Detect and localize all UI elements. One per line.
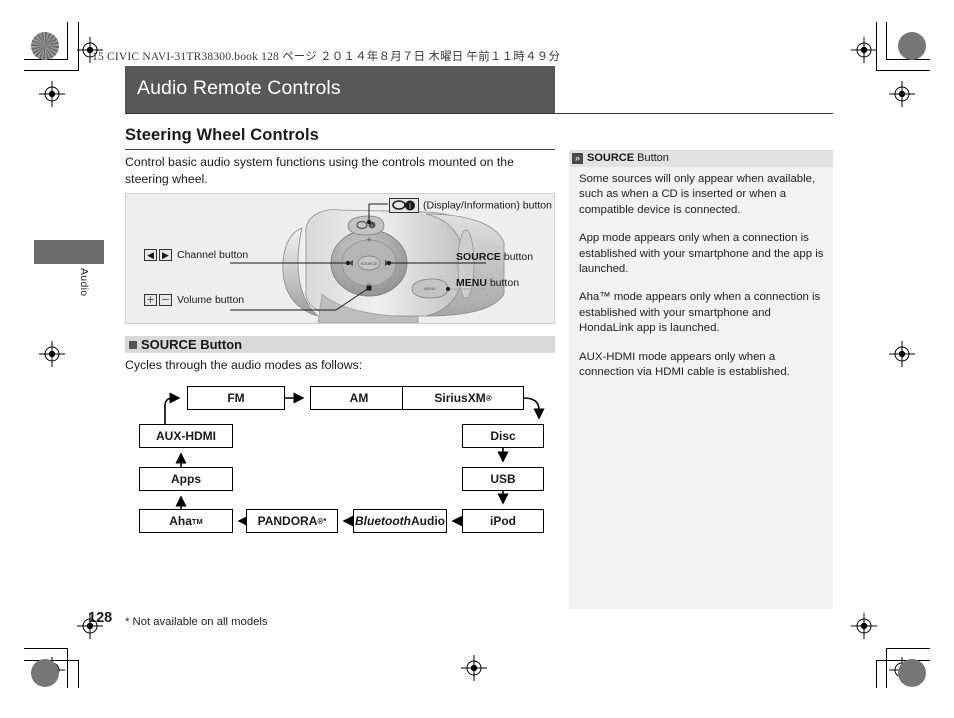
registration-mark: [39, 81, 65, 107]
flow-node-fm[interactable]: FM: [187, 386, 285, 410]
manual-page: 15 CIVIC NAVI-31TR38300.book 128 ページ ２０１…: [0, 0, 954, 718]
flow-node-am[interactable]: AM: [310, 386, 408, 410]
density-dot: [898, 32, 926, 60]
flow-node-pandora[interactable]: PANDORA ®*: [246, 509, 338, 533]
side-note-header: » SOURCE Button: [569, 150, 833, 167]
menu-button-label: MENU button: [456, 277, 519, 289]
registration-mark: [851, 37, 877, 63]
flow-node-label: FM: [227, 391, 245, 405]
display-info-label: i (Display/Information) button: [389, 198, 552, 213]
density-dot: [31, 659, 59, 687]
note-marker-icon: »: [572, 153, 583, 164]
registration-mark: [889, 81, 915, 107]
subsection-heading: SOURCE Button: [141, 337, 243, 352]
flow-node-siriusxm[interactable]: SiriusXM ®: [402, 386, 524, 410]
subsection-lead-text: Cycles through the audio modes as follow…: [125, 358, 363, 372]
flow-node-label: USB: [490, 472, 516, 486]
steering-wheel-illustration: SOURCE + − i MENU i (Display/Information…: [125, 193, 555, 324]
display-information-icon: i: [389, 198, 419, 213]
flow-node-label: Audio: [411, 514, 445, 528]
side-note-panel: » SOURCE Button Some sources will only a…: [569, 150, 833, 609]
flow-node-label: AM: [349, 391, 369, 405]
volume-up-icon: ＋: [144, 294, 157, 307]
side-note-heading-rest: Button: [634, 152, 669, 164]
note-paragraph: AUX-HDMI mode appears only when a connec…: [579, 350, 790, 379]
volume-button-label: ＋－ Volume button: [144, 294, 245, 307]
flow-node-label: PANDORA: [257, 514, 318, 528]
volume-down-icon: －: [159, 294, 172, 307]
print-header: 15 CIVIC NAVI-31TR38300.book 128 ページ ２０１…: [92, 51, 561, 63]
flow-node-ipod[interactable]: iPod: [462, 509, 544, 533]
registered-mark: ®*: [317, 516, 327, 526]
page-title: Audio Remote Controls: [137, 77, 341, 99]
flow-node-label: Aha: [169, 514, 192, 528]
side-note-body: Some sources will only appear when avail…: [579, 172, 825, 393]
flow-node-aha[interactable]: Aha TM: [139, 509, 233, 533]
section-divider: [125, 149, 555, 150]
channel-button-label: ◀ ▶ Channel button: [144, 249, 249, 262]
side-note-heading-bold: SOURCE: [587, 152, 635, 164]
subsection-bar: SOURCE Button: [125, 336, 555, 353]
density-dot: [898, 659, 926, 687]
svg-text:SOURCE: SOURCE: [360, 261, 377, 266]
flow-node-usb[interactable]: USB: [462, 467, 544, 491]
density-dot: [31, 32, 59, 60]
registration-mark: [889, 341, 915, 367]
flow-node-label: Disc: [490, 429, 516, 443]
channel-next-icon: ▶: [159, 249, 172, 262]
flow-node-disc[interactable]: Disc: [462, 424, 544, 448]
note-paragraph: Aha™ mode appears only when a connection…: [579, 291, 821, 335]
chapter-title-bar: Audio Remote Controls: [125, 66, 555, 113]
chapter-thumb-tab: [34, 240, 104, 264]
registration-mark: [851, 613, 877, 639]
page-footnote: * Not available on all models: [125, 616, 268, 628]
flow-node-label: AUX-HDMI: [156, 429, 216, 443]
flow-node-label: Apps: [171, 472, 201, 486]
channel-label-text: Channel button: [177, 249, 249, 261]
flow-node-label: SiriusXM: [434, 391, 486, 405]
flow-node-label: iPod: [490, 514, 516, 528]
chapter-thumb-tab-label: Audio: [78, 268, 90, 297]
page-number: 128: [88, 610, 113, 626]
source-button-label: SOURCE button: [456, 251, 533, 263]
section-intro-text: Control basic audio system functions usi…: [125, 155, 514, 186]
svg-text:+: +: [366, 235, 371, 245]
flow-node-aux-hdmi[interactable]: AUX-HDMI: [139, 424, 233, 448]
side-note-heading: SOURCE Button: [587, 152, 669, 164]
registered-mark: ®: [485, 393, 492, 403]
note-paragraph: Some sources will only appear when avail…: [579, 173, 816, 216]
menu-label-rest: button: [486, 277, 520, 289]
registration-mark: [39, 341, 65, 367]
menu-label-bold: MENU: [456, 277, 487, 289]
square-bullet-icon: [129, 341, 137, 349]
trademark-mark: TM: [191, 516, 203, 526]
volume-label-text: Volume button: [177, 294, 245, 306]
display-info-label-text: (Display/Information) button: [423, 199, 552, 212]
flow-node-label-italic: Bluetooth: [355, 514, 411, 528]
registration-mark: [461, 655, 487, 681]
svg-text:MENU: MENU: [424, 286, 436, 291]
flow-node-bluetooth-audio[interactable]: Bluetooth Audio: [353, 509, 447, 533]
source-label-bold: SOURCE: [456, 251, 501, 263]
source-mode-flowchart: FM AM SiriusXM ® Disc USB iPod Bluetooth …: [125, 378, 557, 543]
channel-prev-icon: ◀: [144, 249, 157, 262]
flow-node-apps[interactable]: Apps: [139, 467, 233, 491]
note-paragraph: App mode appears only when a connection …: [579, 232, 824, 276]
section-heading: Steering Wheel Controls: [125, 126, 319, 144]
title-divider: [125, 113, 833, 114]
source-label-rest: button: [500, 251, 534, 263]
